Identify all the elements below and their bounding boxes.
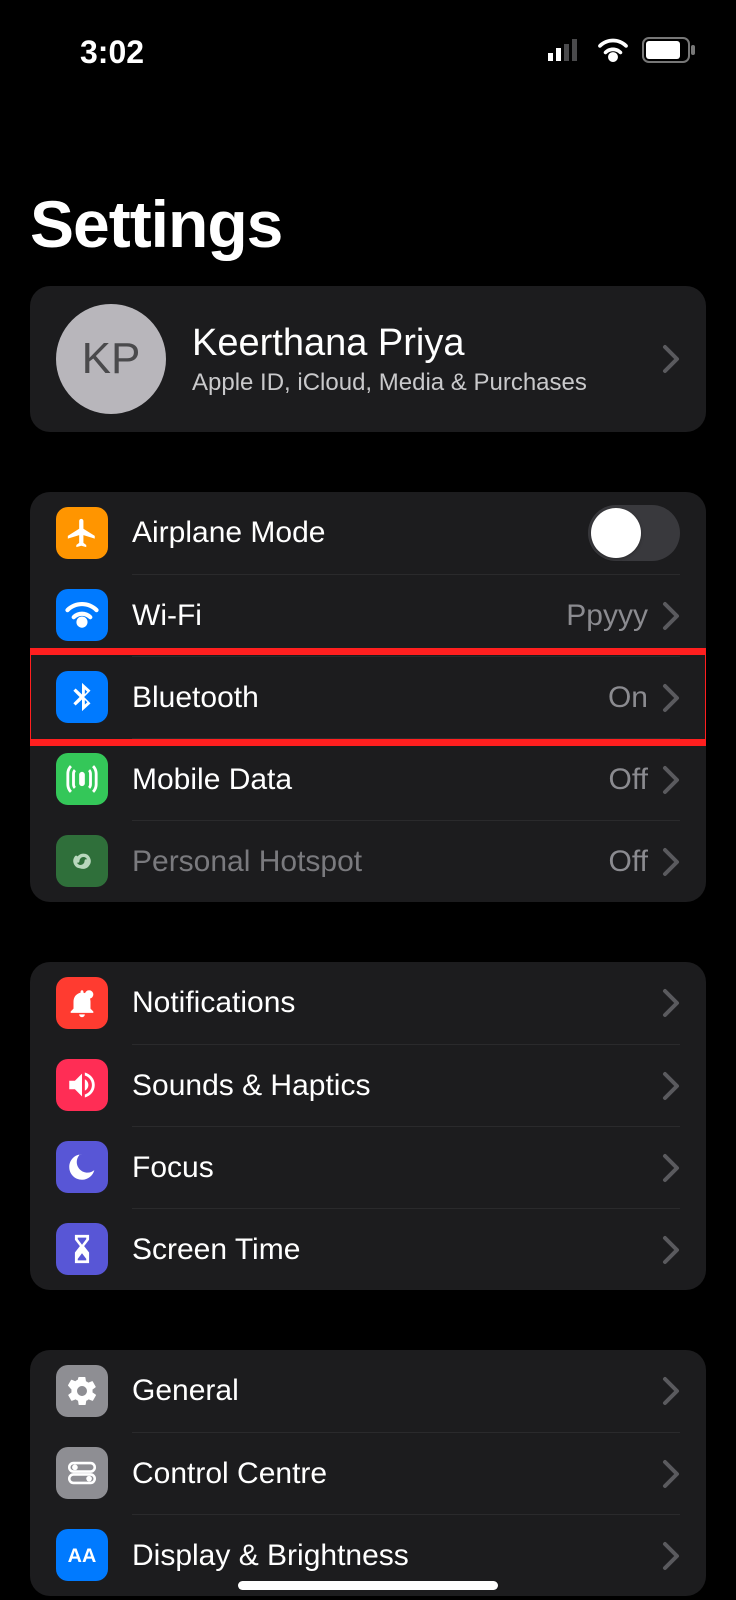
wifi-value: Ppyyy [566, 599, 648, 633]
chevron-right-icon [662, 683, 680, 713]
sounds-label: Sounds & Haptics [132, 1069, 662, 1103]
hotspot-label: Personal Hotspot [132, 845, 609, 879]
control-centre-row[interactable]: Control Centre [30, 1432, 706, 1514]
wifi-settings-icon [56, 589, 108, 641]
page-title: Settings [0, 80, 736, 286]
general-row[interactable]: General [30, 1350, 706, 1432]
control-centre-label: Control Centre [132, 1457, 662, 1491]
mobile-data-label: Mobile Data [132, 763, 609, 797]
display-brightness-icon: AA [56, 1529, 108, 1581]
profile-name: Keerthana Priya [192, 322, 662, 365]
focus-icon [56, 1141, 108, 1193]
general-label: General [132, 1374, 662, 1408]
mobile-data-row[interactable]: Mobile Data Off [30, 738, 706, 820]
chevron-right-icon [662, 765, 680, 795]
chevron-right-icon [662, 1235, 680, 1265]
connectivity-group: Airplane Mode Wi-Fi Ppyyy Bluetooth On [30, 492, 706, 902]
wifi-label: Wi-Fi [132, 599, 566, 633]
status-time: 3:02 [80, 34, 144, 71]
chevron-right-icon [662, 1153, 680, 1183]
control-centre-icon [56, 1447, 108, 1499]
chevron-right-icon [662, 1376, 680, 1406]
screen-time-row[interactable]: Screen Time [30, 1208, 706, 1290]
bluetooth-icon [56, 671, 108, 723]
avatar: KP [56, 304, 166, 414]
screen-time-label: Screen Time [132, 1233, 662, 1267]
sounds-row[interactable]: Sounds & Haptics [30, 1044, 706, 1126]
bluetooth-value: On [608, 681, 648, 715]
mobile-data-value: Off [609, 763, 648, 797]
bluetooth-label: Bluetooth [132, 681, 608, 715]
airplane-mode-row[interactable]: Airplane Mode [30, 492, 706, 574]
mobile-data-icon [56, 753, 108, 805]
focus-label: Focus [132, 1151, 662, 1185]
general-icon [56, 1365, 108, 1417]
personal-hotspot-row[interactable]: Personal Hotspot Off [30, 820, 706, 902]
notifications-group: Notifications Sounds & Haptics Focus Scr… [30, 962, 706, 1290]
airplane-toggle[interactable] [588, 505, 680, 561]
bluetooth-row[interactable]: Bluetooth On [30, 656, 706, 738]
chevron-right-icon [662, 1459, 680, 1489]
chevron-right-icon [662, 344, 680, 374]
chevron-right-icon [662, 847, 680, 877]
wifi-row[interactable]: Wi-Fi Ppyyy [30, 574, 706, 656]
hotspot-value: Off [609, 845, 648, 879]
airplane-label: Airplane Mode [132, 516, 588, 550]
bluetooth-highlight: Bluetooth On [30, 656, 706, 738]
notifications-label: Notifications [132, 986, 662, 1020]
profile-text: Keerthana Priya Apple ID, iCloud, Media … [166, 322, 662, 397]
profile-group: KP Keerthana Priya Apple ID, iCloud, Med… [30, 286, 706, 432]
profile-subtitle: Apple ID, iCloud, Media & Purchases [192, 369, 662, 397]
sounds-icon [56, 1059, 108, 1111]
svg-text:AA: AA [68, 1545, 97, 1567]
home-indicator[interactable] [238, 1581, 498, 1590]
screen-time-icon [56, 1223, 108, 1275]
notifications-row[interactable]: Notifications [30, 962, 706, 1044]
battery-icon [642, 37, 696, 68]
status-indicators [548, 37, 696, 68]
chevron-right-icon [662, 1071, 680, 1101]
status-bar: 3:02 [0, 0, 736, 80]
profile-row[interactable]: KP Keerthana Priya Apple ID, iCloud, Med… [30, 286, 706, 432]
wifi-icon [596, 38, 630, 67]
notifications-icon [56, 977, 108, 1029]
chevron-right-icon [662, 988, 680, 1018]
airplane-icon [56, 507, 108, 559]
chevron-right-icon [662, 1541, 680, 1571]
hotspot-icon [56, 835, 108, 887]
chevron-right-icon [662, 601, 680, 631]
focus-row[interactable]: Focus [30, 1126, 706, 1208]
cellular-icon [548, 39, 584, 66]
display-brightness-label: Display & Brightness [132, 1539, 662, 1573]
general-group: General Control Centre AA Display & Brig… [30, 1350, 706, 1596]
